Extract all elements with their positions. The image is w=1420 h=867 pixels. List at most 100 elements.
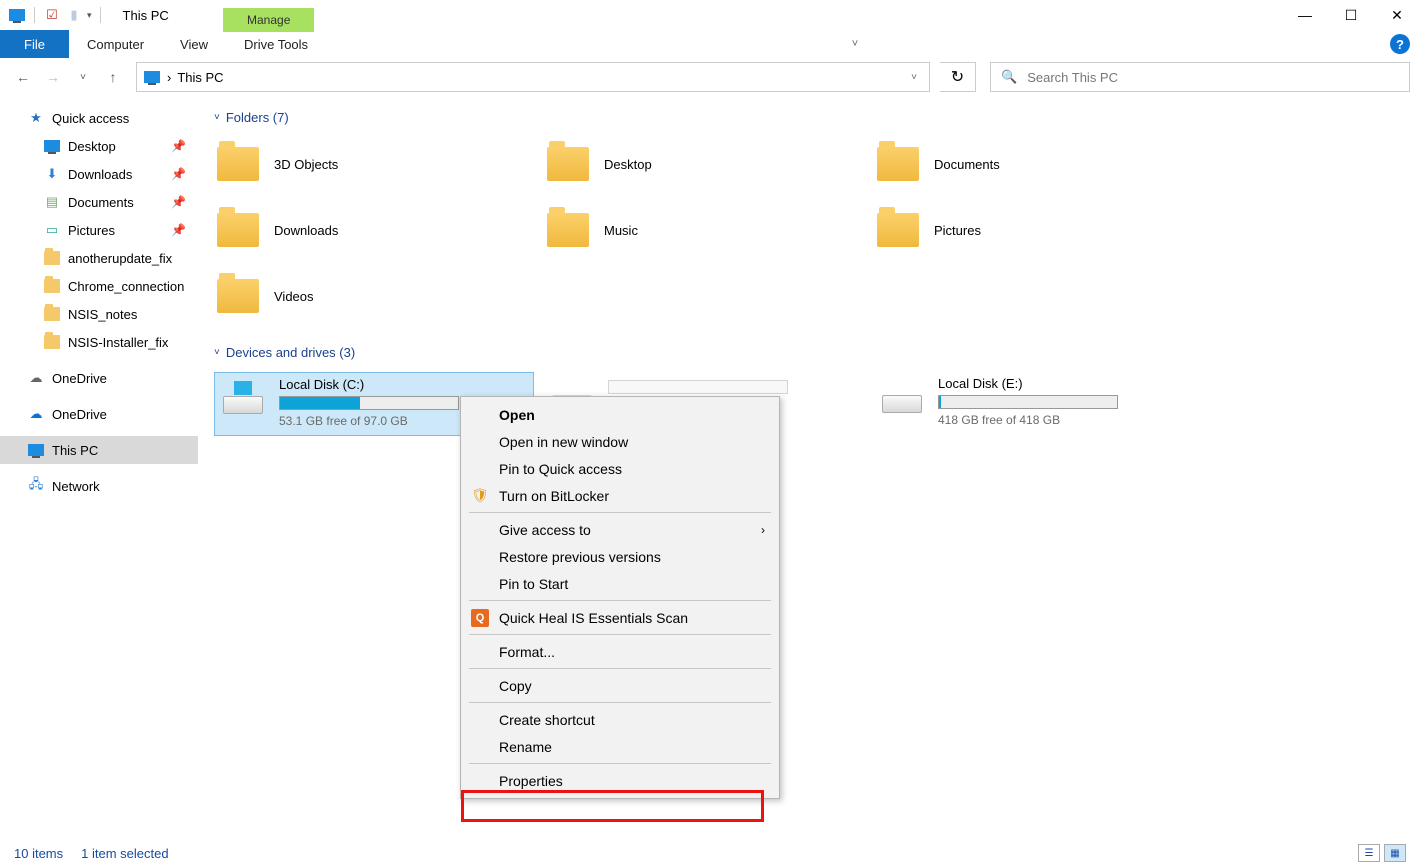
folder-downloads[interactable]: Downloads [214,203,534,257]
cloud-icon: ☁ [28,406,44,422]
forward-button[interactable]: → [40,64,66,90]
app-icon [8,6,26,24]
drive-label: Local Disk (C:) [279,377,529,392]
status-bar: 10 items 1 item selected ☰ ▦ [0,839,1420,867]
folder-desktop[interactable]: Desktop [544,137,864,191]
pc-icon [28,442,44,458]
separator [469,763,771,764]
desktop-icon [44,138,60,154]
qat-newfolder-icon[interactable]: ▮ [65,6,83,24]
ctx-label: Open in new window [499,434,628,450]
sidebar-label: Chrome_connection [68,279,184,294]
computer-tab[interactable]: Computer [69,30,162,58]
ctx-format[interactable]: Format... [461,638,779,665]
qat-dropdown-icon[interactable]: ▾ [87,10,92,21]
titlebar: ☑ ▮ ▾ This PC — ☐ ✕ [0,0,1420,30]
menu-bar: File Computer View Drive Tools ˅ ? [0,30,1420,58]
devices-group-header[interactable]: ˅Devices and drives (3) [202,341,1420,364]
address-dropdown-icon[interactable]: ˅ [911,72,917,83]
star-icon: ★ [28,110,44,126]
address-chevron-icon: › [167,70,171,85]
up-button[interactable]: ↑ [100,64,126,90]
ctx-label: Restore previous versions [499,549,661,565]
refresh-button[interactable]: ↻ [940,62,976,92]
status-selected-count: 1 item selected [81,846,168,861]
folders-group-header[interactable]: ˅Folders (7) [202,106,1420,129]
ctx-give-access-to[interactable]: Give access to › [461,516,779,543]
sidebar-item-pictures[interactable]: ▭Pictures📌 [0,216,198,244]
shield-icon: 🛡 [471,487,489,505]
sidebar-item-folder[interactable]: anotherupdate_fix [0,244,198,272]
ribbon-expand-icon[interactable]: ˅ [852,38,858,50]
drive-tools-tab[interactable]: Drive Tools [226,30,326,58]
file-menu[interactable]: File [0,30,69,58]
separator [469,512,771,513]
sidebar-item-downloads[interactable]: ⬇Downloads📌 [0,160,198,188]
help-icon[interactable]: ? [1390,34,1410,54]
ctx-label: Give access to [499,522,591,538]
sidebar-label: anotherupdate_fix [68,251,172,266]
sidebar-label: NSIS_notes [68,307,137,322]
ctx-rename[interactable]: Rename [461,733,779,760]
sidebar-item-folder[interactable]: NSIS-Installer_fix [0,328,198,356]
ctx-properties[interactable]: Properties [461,767,779,794]
folder-3d-objects[interactable]: 3D Objects [214,137,534,191]
ctx-pin-to-start[interactable]: Pin to Start [461,570,779,597]
ctx-quickheal-scan[interactable]: QQuick Heal IS Essentials Scan [461,604,779,631]
folder-icon [44,250,60,266]
separator [469,634,771,635]
sidebar-quick-access[interactable]: ★ Quick access [0,104,198,132]
back-button[interactable]: ← [10,64,36,90]
drive-icon [219,377,267,419]
ctx-open-new-window[interactable]: Open in new window [461,428,779,455]
manage-tab[interactable]: Manage [223,8,314,32]
maximize-button[interactable]: ☐ [1328,0,1374,30]
sidebar-item-desktop[interactable]: Desktop📌 [0,132,198,160]
drive-freespace: 418 GB free of 418 GB [938,413,1190,427]
address-location[interactable]: This PC [177,70,223,85]
ctx-create-shortcut[interactable]: Create shortcut [461,706,779,733]
sidebar-item-documents[interactable]: ▤Documents📌 [0,188,198,216]
ctx-restore-previous[interactable]: Restore previous versions [461,543,779,570]
folder-videos[interactable]: Videos [214,269,534,323]
sidebar-network[interactable]: 🖧Network [0,472,198,500]
sidebar-this-pc[interactable]: This PC [0,436,198,464]
cloud-icon: ☁ [28,370,44,386]
sidebar-label: This PC [52,443,98,458]
nav-bar: ← → ˅ ↑ › This PC ˅ ↻ 🔍 Search This PC [0,58,1420,96]
sidebar-label: NSIS-Installer_fix [68,335,168,350]
ctx-label: Quick Heal IS Essentials Scan [499,610,688,626]
view-tab[interactable]: View [162,30,226,58]
folder-music[interactable]: Music [544,203,864,257]
folder-documents[interactable]: Documents [874,137,1194,191]
ctx-copy[interactable]: Copy [461,672,779,699]
group-label: Folders (7) [226,110,289,125]
history-dropdown-icon[interactable]: ˅ [70,64,96,90]
folder-pictures[interactable]: Pictures [874,203,1194,257]
window-title: This PC [123,8,169,23]
sidebar-onedrive-blue[interactable]: ☁OneDrive [0,400,198,428]
folder-icon [544,140,592,188]
folder-icon [214,140,262,188]
sidebar-item-folder[interactable]: Chrome_connection [0,272,198,300]
sidebar-onedrive[interactable]: ☁OneDrive [0,364,198,392]
minimize-button[interactable]: — [1282,0,1328,30]
ctx-label: Pin to Start [499,576,568,592]
tiles-view-button[interactable]: ▦ [1384,844,1406,862]
drive-label: Local Disk (E:) [938,376,1190,391]
details-view-button[interactable]: ☰ [1358,844,1380,862]
drive-e[interactable]: Local Disk (E:) 418 GB free of 418 GB [874,372,1194,436]
close-button[interactable]: ✕ [1374,0,1420,30]
chevron-right-icon: › [761,523,765,537]
drive-capacity-bar [608,380,788,394]
sidebar-item-folder[interactable]: NSIS_notes [0,300,198,328]
address-bar[interactable]: › This PC ˅ [136,62,930,92]
folder-label: 3D Objects [274,157,338,172]
qat-properties-icon[interactable]: ☑ [43,6,61,24]
pin-icon: 📌 [171,167,186,181]
ctx-open[interactable]: Open [461,401,779,428]
ctx-pin-quick-access[interactable]: Pin to Quick access [461,455,779,482]
ctx-bitlocker[interactable]: 🛡Turn on BitLocker [461,482,779,509]
search-input[interactable]: 🔍 Search This PC [990,62,1410,92]
content-area: ˅Folders (7) 3D Objects Desktop Document… [198,96,1420,839]
